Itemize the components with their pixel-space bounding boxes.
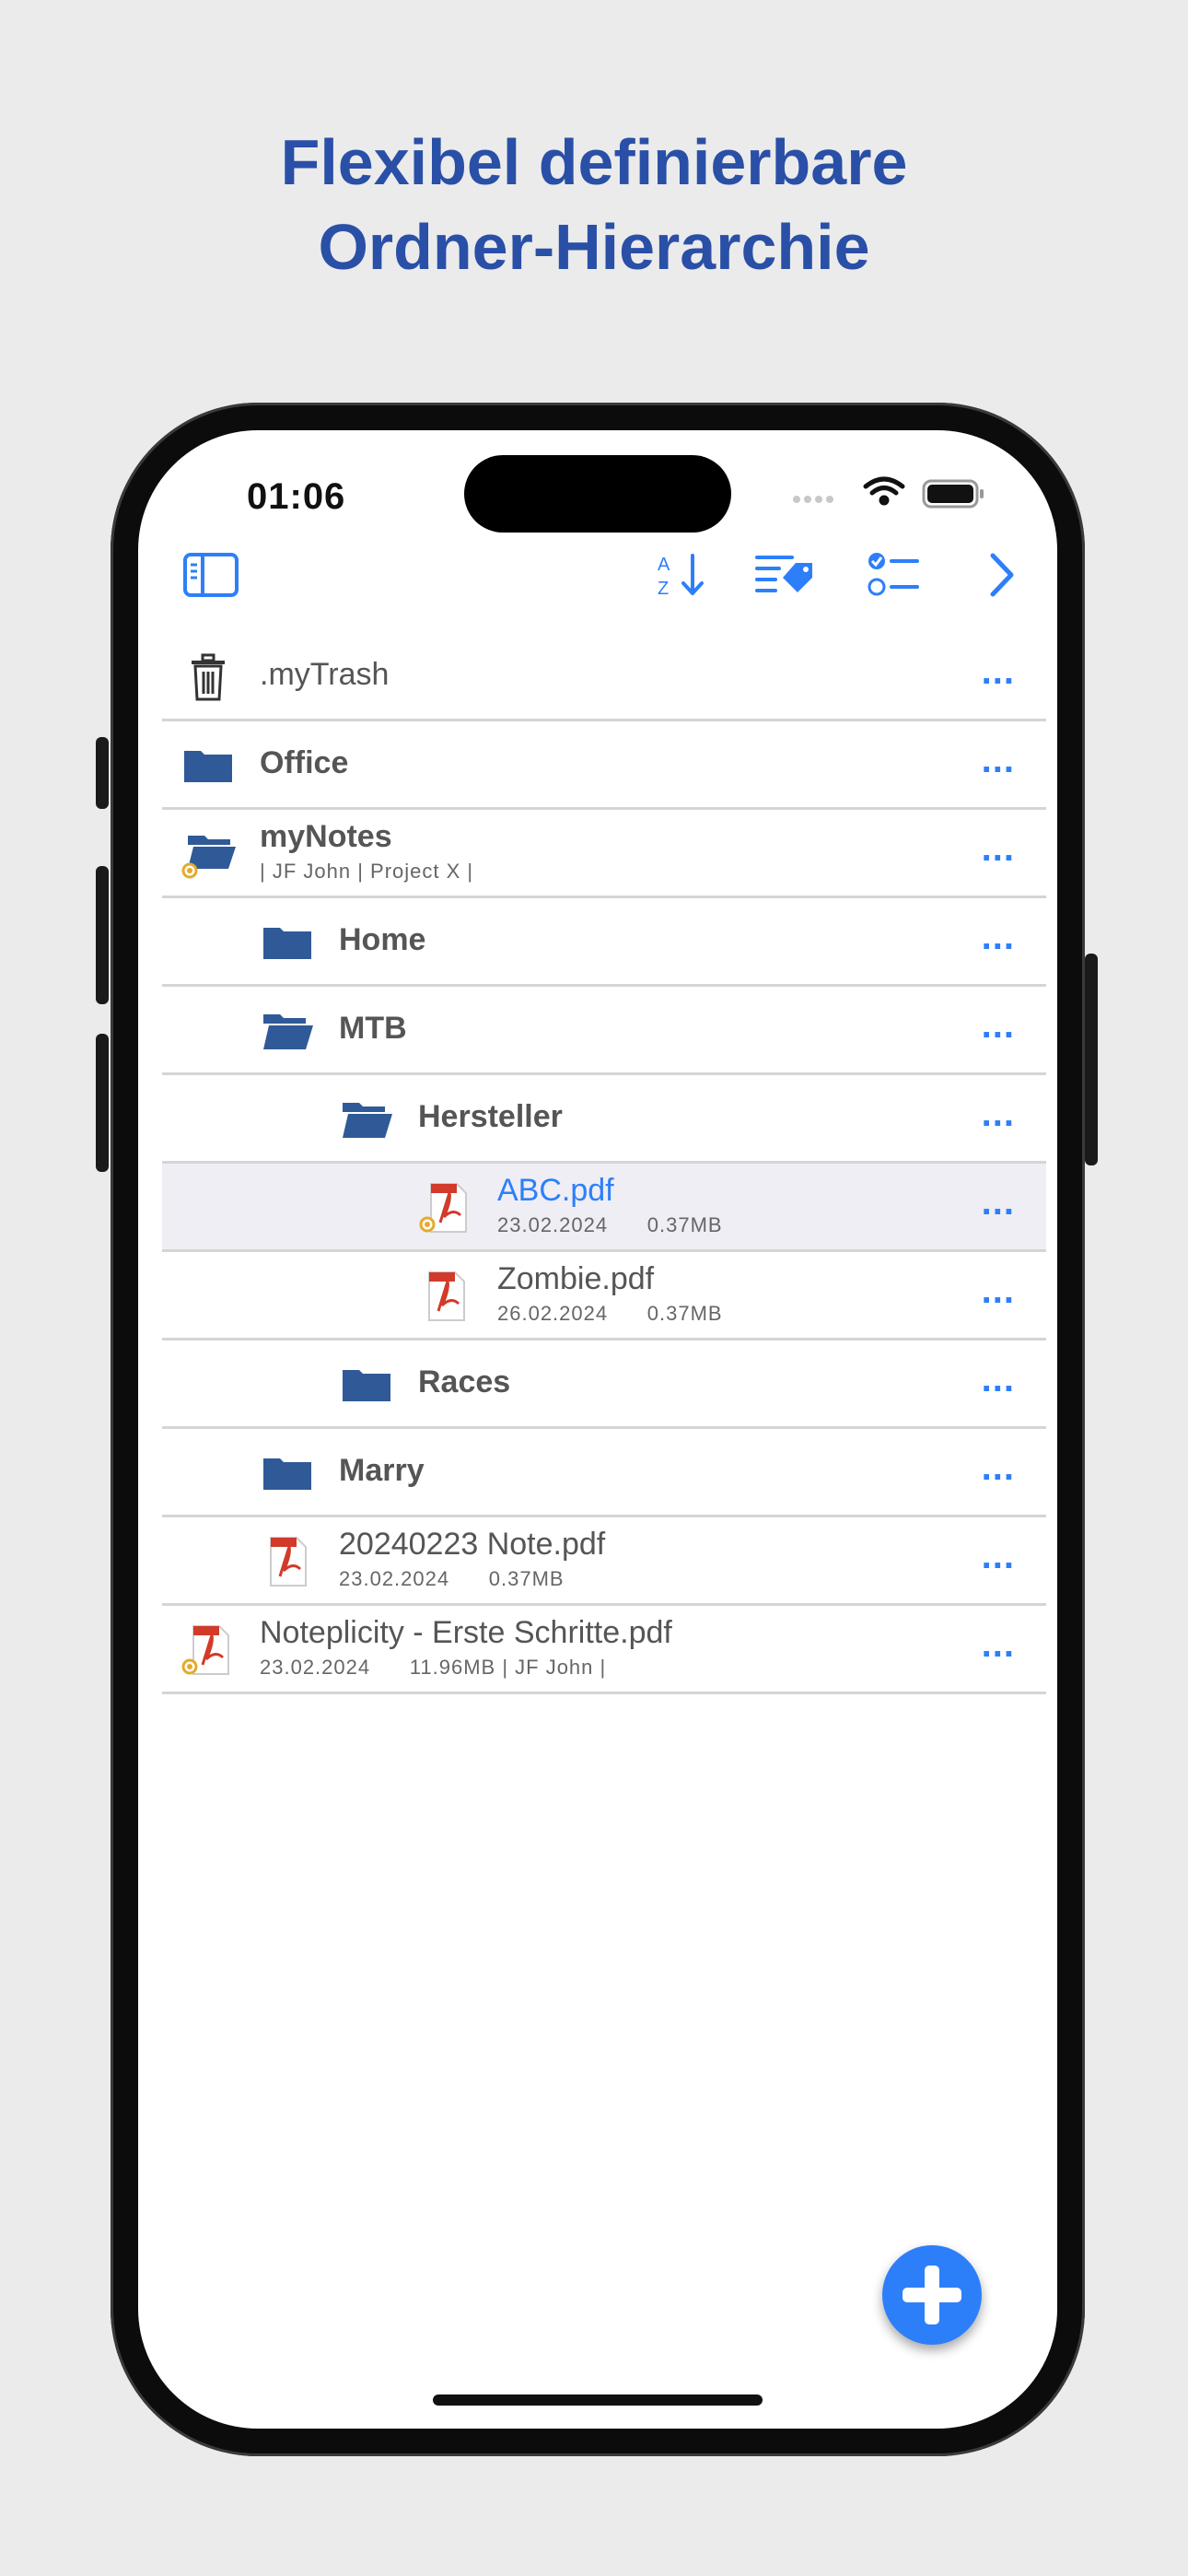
more-options-button[interactable]: ... [982,1272,1015,1309]
folder-open-icon [260,1003,315,1059]
item-name: .myTrash [260,657,390,692]
headline-line-1: Flexibel definierbare [280,126,908,198]
list-item-file[interactable]: ABC.pdf 23.02.2024 0.37MB... [162,1164,1046,1252]
toolbar: A Z [138,541,1057,633]
home-indicator[interactable] [433,2395,763,2406]
list-item-folder[interactable]: Home... [162,898,1046,987]
item-name: MTB [339,1011,407,1046]
item-name: Home [339,922,426,957]
more-options-button[interactable]: ... [982,1626,1015,1663]
list-item-file[interactable]: Zombie.pdf 26.02.2024 0.37MB... [162,1252,1046,1341]
list-item-folder[interactable]: MTB... [162,987,1046,1075]
svg-text:A: A [658,555,670,575]
item-name: Races [418,1364,511,1399]
item-name: ABC.pdf [497,1173,614,1208]
item-name: Zombie.pdf [497,1261,655,1296]
more-options-button[interactable]: ... [982,1095,1015,1132]
file-list: .myTrash... Office... myNotes | JF John | P… [162,633,1046,1694]
item-meta: 23.02.2024 11.96MB | JF John | [260,1656,607,1679]
wifi-icon [863,476,905,506]
more-options-button[interactable]: ... [982,830,1015,867]
item-meta: 23.02.2024 0.37MB [497,1213,723,1236]
sort-az-icon[interactable]: A Z [656,550,711,600]
signal-dots-icon [793,496,833,503]
list-item-folder[interactable]: Marry... [162,1429,1046,1517]
item-meta: 23.02.2024 0.37MB [339,1567,565,1590]
more-options-button[interactable]: ... [982,1007,1015,1044]
trash-icon [181,650,236,705]
item-name: Marry [339,1453,425,1488]
list-item-folder[interactable]: myNotes | JF John | Project X |... [162,810,1046,898]
shared-pdf-icon [418,1180,473,1235]
more-options-button[interactable]: ... [982,919,1015,955]
plus-icon [903,2266,961,2324]
svg-text:Z: Z [658,579,669,599]
more-options-button[interactable]: ... [982,1184,1015,1221]
folder-icon [181,738,236,793]
more-options-button[interactable]: ... [982,1538,1015,1575]
item-name: Noteplicity - Erste Schritte.pdf [260,1615,672,1650]
item-meta: | JF John | Project X | [260,860,474,883]
volume-up-button [96,866,109,1004]
app-screen: 01:06 A Z .myTrash ... Office ... myNote… [138,430,1057,2429]
list-item-file[interactable]: 20240223 Note.pdf 23.02.2024 0.37MB... [162,1517,1046,1606]
folder-icon [339,1357,394,1412]
volume-down-button [96,1034,109,1172]
folder-icon [260,1446,315,1501]
list-item-folder[interactable]: Races... [162,1341,1046,1429]
pdf-icon [260,1534,315,1589]
power-button [1085,954,1098,1165]
battery-icon [922,479,984,509]
item-name: Hersteller [418,1099,563,1134]
phone-frame: 01:06 A Z .myTrash ... Office ... myNote… [111,403,1085,2456]
folder-open-icon [339,1092,394,1147]
sidebar-toggle-icon[interactable] [182,552,239,598]
item-name: 20240223 Note.pdf [339,1527,606,1562]
status-icons [793,476,984,509]
list-item-folder[interactable]: .myTrash... [162,633,1046,721]
list-item-folder[interactable]: Hersteller... [162,1075,1046,1164]
more-options-button[interactable]: ... [982,1361,1015,1398]
add-button[interactable] [882,2245,982,2345]
action-button [96,737,109,809]
headline-line-2: Ordner-Hierarchie [318,211,870,283]
tag-filter-icon[interactable] [755,550,816,600]
list-item-folder[interactable]: Office... [162,721,1046,810]
item-name: myNotes [260,819,392,854]
item-name: Office [260,745,349,780]
headline: Flexibel definierbare Ordner-Hierarchie [0,120,1188,289]
more-options-button[interactable]: ... [982,1449,1015,1486]
more-options-button[interactable]: ... [982,742,1015,779]
status-time: 01:06 [247,476,346,517]
folder-icon [260,915,315,970]
shared-pdf-icon [181,1622,236,1678]
dynamic-island [464,455,731,533]
checklist-icon[interactable] [866,550,921,600]
pdf-icon [418,1269,473,1324]
list-item-file[interactable]: Noteplicity - Erste Schritte.pdf 23.02.20… [162,1606,1046,1694]
item-meta: 26.02.2024 0.37MB [497,1302,723,1325]
more-options-button[interactable]: ... [982,653,1015,690]
chevron-right-icon[interactable] [984,550,1020,600]
shared-folder-icon [181,826,236,882]
